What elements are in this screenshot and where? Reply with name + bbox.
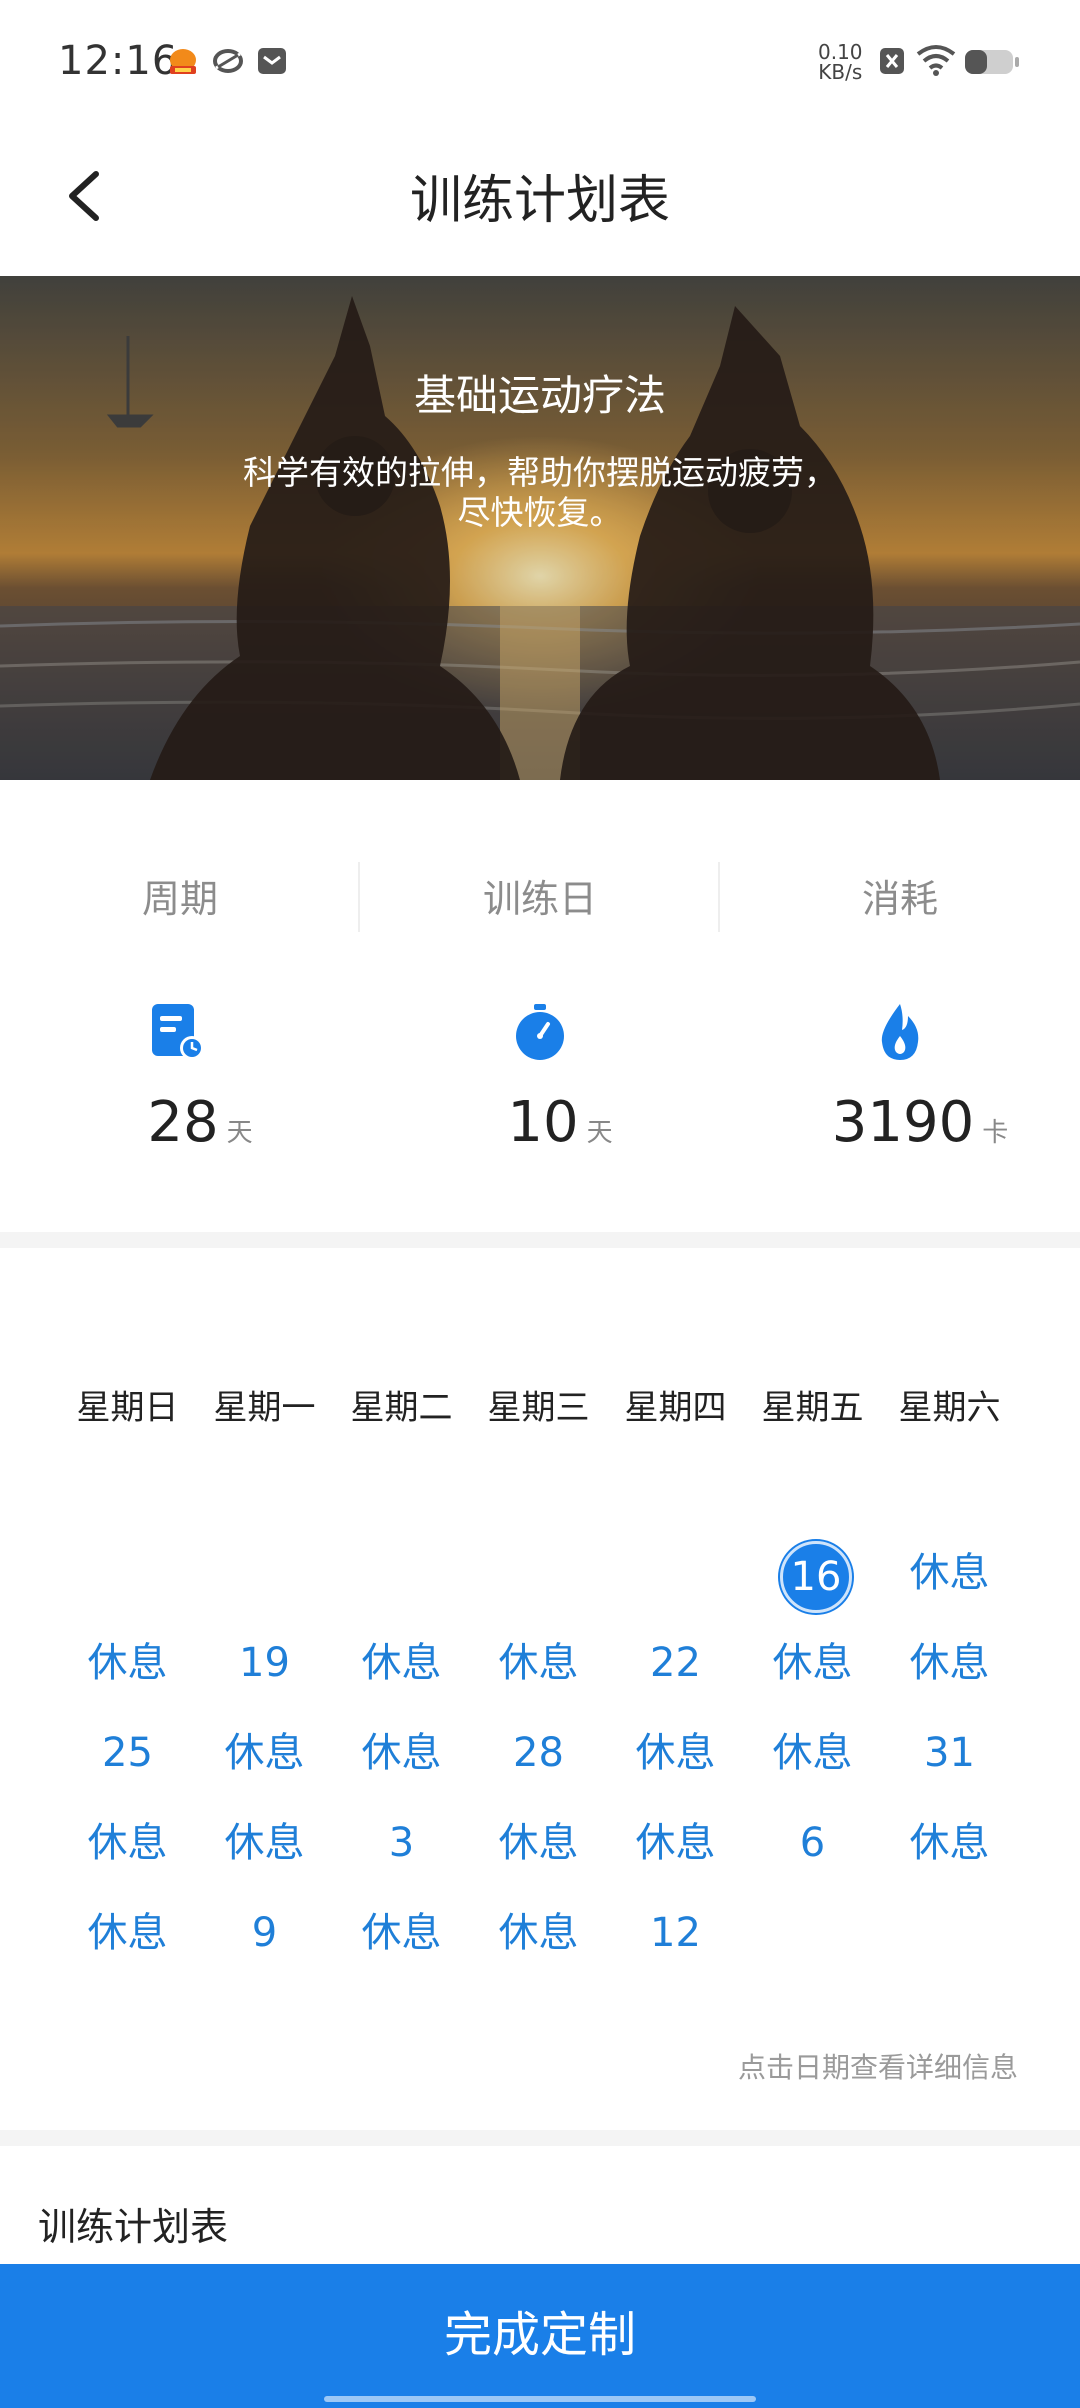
net-speed-unit: KB/s <box>818 60 863 84</box>
sync-icon <box>212 46 246 76</box>
calendar-day[interactable]: 22 <box>607 1623 744 1703</box>
stat-label-training-days: 训练日 <box>482 877 597 921</box>
stat-value-cycle: 28 天 <box>20 1090 380 1155</box>
net-speed-value: 0.10 <box>818 40 863 64</box>
section-separator <box>0 2130 1080 2146</box>
calendar-day[interactable]: 休息 <box>59 1893 196 1973</box>
weekday-thu: 星期四 <box>624 1388 727 1428</box>
calendar-hint: 点击日期查看详细信息 <box>737 2051 1018 2084</box>
section-title: 训练计划表 <box>38 2205 229 2249</box>
hero-title: 基础运动疗法 <box>413 371 666 420</box>
calories-unit: 卡 <box>982 1118 1009 1148</box>
hero-subtitle-line2: 尽快恢复。 <box>457 493 623 532</box>
calendar-day-today[interactable]: 16 <box>780 1541 852 1613</box>
calendar-day[interactable]: 休息 <box>881 1533 1018 1613</box>
calendar-day[interactable]: 31 <box>881 1713 1018 1793</box>
status-time: 12:16 <box>58 38 179 84</box>
calendar-day[interactable]: 19 <box>196 1623 333 1703</box>
calendar-day[interactable]: 28 <box>470 1713 607 1793</box>
stat-divider <box>718 862 720 932</box>
calendar-day[interactable]: 休息 <box>470 1803 607 1883</box>
weekday-sun: 星期日 <box>76 1388 179 1428</box>
calendar-day[interactable]: 休息 <box>333 1713 470 1793</box>
calendar-day[interactable]: 休息 <box>333 1623 470 1703</box>
stat-label-cycle: 周期 <box>141 877 218 921</box>
weekday-fri: 星期五 <box>761 1388 864 1428</box>
network-speed: 0.10 KB/s <box>818 42 863 82</box>
calendar-day[interactable]: 休息 <box>59 1803 196 1883</box>
status-bar: 12:16 0.10 KB/s <box>0 0 1080 120</box>
stopwatch-icon <box>510 1002 570 1062</box>
calendar-day[interactable]: 休息 <box>470 1893 607 1973</box>
stat-divider <box>358 862 360 932</box>
app-notification-icon <box>166 46 200 76</box>
stat-value-training-days: 10 天 <box>380 1090 740 1155</box>
calendar-day[interactable]: 休息 <box>470 1623 607 1703</box>
calendar-day[interactable]: 休息 <box>607 1803 744 1883</box>
calendar-day[interactable]: 休息 <box>881 1803 1018 1883</box>
calories-value: 3190 <box>831 1090 975 1155</box>
flame-icon <box>870 1002 930 1062</box>
calendar-day[interactable]: 休息 <box>607 1713 744 1793</box>
calendar-day[interactable]: 休息 <box>59 1623 196 1703</box>
calendar-day[interactable]: 25 <box>59 1713 196 1793</box>
calendar-day[interactable]: 6 <box>744 1803 881 1883</box>
training-days-value: 10 <box>507 1090 579 1155</box>
calendar-day[interactable]: 12 <box>607 1893 744 1973</box>
section-separator <box>0 1232 1080 1248</box>
message-icon <box>256 46 290 76</box>
cycle-days-unit: 天 <box>226 1118 253 1148</box>
sim-disabled-icon <box>878 46 906 76</box>
calendar-day[interactable]: 休息 <box>196 1803 333 1883</box>
cycle-days-value: 28 <box>147 1090 219 1155</box>
calendar-day[interactable]: 9 <box>196 1893 333 1973</box>
calendar-day[interactable]: 3 <box>333 1803 470 1883</box>
wifi-icon <box>916 44 956 76</box>
weekday-tue: 星期二 <box>350 1388 453 1428</box>
stat-value-calories: 3190 卡 <box>740 1090 1080 1155</box>
calendar-day[interactable]: 休息 <box>881 1623 1018 1703</box>
document-clock-icon <box>148 1002 208 1062</box>
stat-label-calories: 消耗 <box>861 877 938 921</box>
weekday-sat: 星期六 <box>898 1388 1001 1428</box>
weekday-wed: 星期三 <box>487 1388 590 1428</box>
weekday-mon: 星期一 <box>213 1388 316 1428</box>
battery-icon <box>964 48 1020 76</box>
training-days-unit: 天 <box>586 1118 613 1148</box>
calendar-day[interactable]: 休息 <box>333 1893 470 1973</box>
calendar-day[interactable]: 休息 <box>744 1623 881 1703</box>
page-title: 训练计划表 <box>409 171 670 231</box>
calendar-day[interactable]: 休息 <box>196 1713 333 1793</box>
complete-customization-button[interactable]: 完成定制 <box>0 2264 1080 2408</box>
home-indicator[interactable] <box>324 2396 756 2402</box>
calendar-day[interactable]: 休息 <box>744 1713 881 1793</box>
